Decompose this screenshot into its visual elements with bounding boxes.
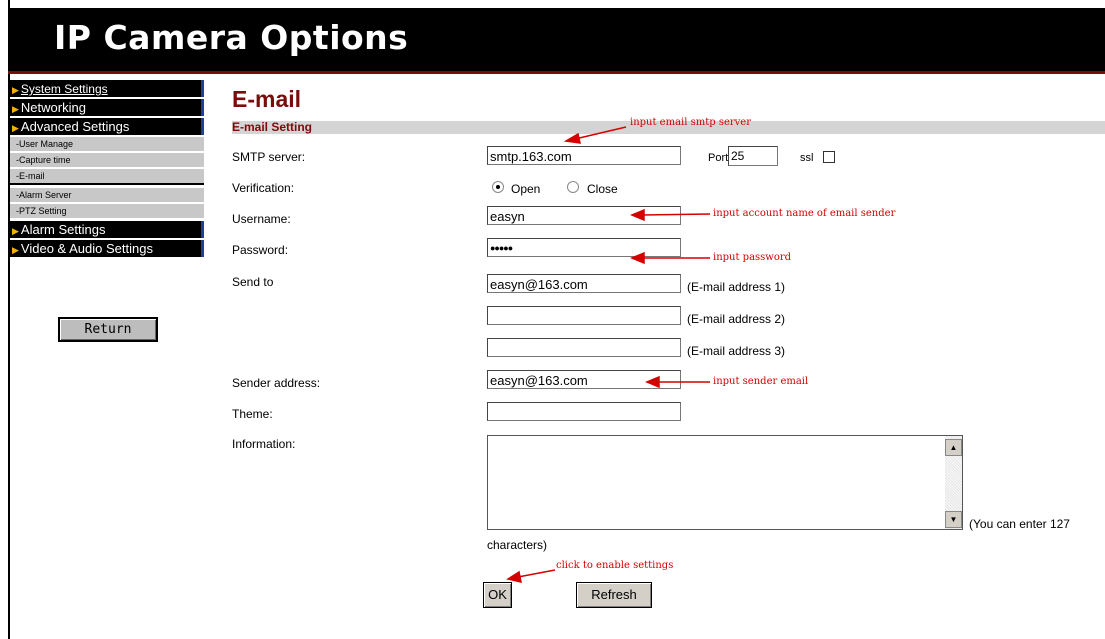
annotation-password: input password [713, 252, 792, 263]
annotation-smtp: input email smtp server [630, 117, 752, 128]
annotation-ok: click to enable settings [556, 560, 674, 571]
annotation-sender: input sender email [713, 376, 809, 387]
annotation-arrows [506, 126, 711, 583]
annotation-username: input account name of email sender [713, 208, 896, 219]
